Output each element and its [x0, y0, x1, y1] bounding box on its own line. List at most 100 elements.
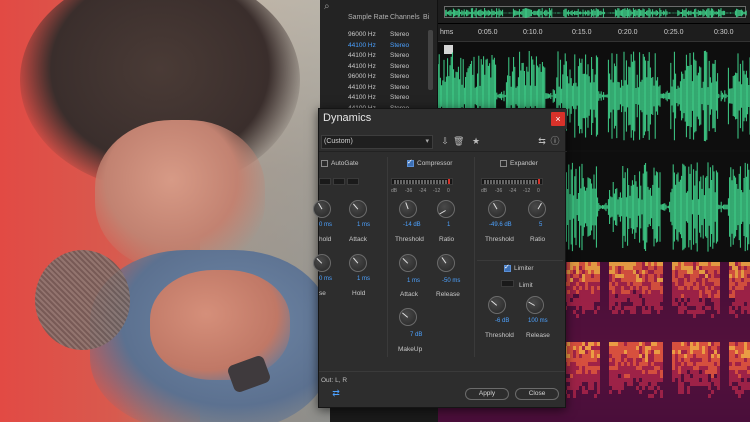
limiter-release-knob[interactable]: [526, 296, 544, 314]
spectrogram-cell: [558, 418, 561, 422]
expander-checkbox[interactable]: [500, 160, 507, 167]
autogate-attack-knob[interactable]: [349, 200, 367, 218]
delete-preset-icon[interactable]: 🗑: [453, 136, 464, 147]
file-channels: Stereo: [390, 62, 410, 70]
spectrogram-cell: [696, 414, 699, 418]
spectrogram-cell: [582, 322, 585, 326]
compressor-makeup-knob[interactable]: [399, 308, 417, 326]
limiter-checkbox[interactable]: [504, 263, 511, 272]
spectrogram-cell: [720, 262, 723, 266]
close-icon[interactable]: ×: [551, 112, 565, 126]
spectrogram-cell: [642, 398, 645, 402]
compressor-checkbox[interactable]: [407, 158, 414, 167]
spectrogram-cell: [606, 382, 609, 386]
spectrogram-cell: [702, 410, 705, 414]
expander-threshold-knob[interactable]: [488, 200, 506, 218]
file-row[interactable]: 96000 Hz Stereo: [320, 73, 430, 83]
spectrogram-cell: [591, 418, 594, 422]
spectrogram-cell: [675, 398, 678, 402]
spectrogram-cell: [690, 386, 693, 390]
spectrogram-cell: [567, 334, 570, 338]
compressor-attack-knob[interactable]: [399, 254, 417, 272]
spectrogram-cell: [699, 354, 702, 358]
spectrogram-cell: [696, 314, 699, 318]
compressor-threshold-knob[interactable]: [399, 200, 417, 218]
preset-dropdown[interactable]: (Custom) ▾: [321, 135, 433, 149]
spectrogram-cell: [702, 274, 705, 278]
file-row[interactable]: 44100 HzStereo: [320, 63, 430, 73]
spectrogram-cell: [657, 406, 660, 410]
close-button[interactable]: Close: [515, 388, 559, 400]
spectrogram-cell: [582, 270, 585, 274]
spectrogram-cell: [696, 338, 699, 342]
file-row[interactable]: 44100 HzStereo: [320, 84, 430, 94]
spectrogram-cell: [570, 406, 573, 410]
spectrogram-cell: [618, 318, 621, 322]
spectrogram-cell: [588, 266, 591, 270]
overview-bar[interactable]: [438, 0, 750, 24]
spectrogram-cell: [678, 394, 681, 398]
spectrogram-cell: [507, 414, 510, 418]
files-scrollbar[interactable]: [428, 30, 433, 90]
spectrogram-cell: [717, 342, 720, 346]
spectrogram-cell: [447, 410, 450, 414]
routing-output-icon[interactable]: ⇄: [331, 388, 341, 399]
spectrogram-cell: [612, 306, 615, 310]
autogate-knob3-value: 0 ms: [319, 276, 333, 282]
info-icon[interactable]: ⓘ: [550, 136, 560, 147]
spectrogram-cell: [570, 374, 573, 378]
search-icon[interactable]: ⌕: [324, 1, 338, 13]
spectrogram-cell: [705, 282, 708, 286]
spectrogram-cell: [597, 270, 600, 274]
routing-icon[interactable]: ⇆: [537, 136, 547, 147]
spectrogram-cell: [591, 414, 594, 418]
spectrogram-cell: [678, 262, 681, 266]
compressor-ratio-knob[interactable]: [437, 200, 455, 218]
limiter-threshold-knob[interactable]: [488, 296, 506, 314]
spectrogram-cell: [627, 418, 630, 422]
spectrogram-cell: [633, 338, 636, 342]
overview-waveform[interactable]: [444, 6, 747, 18]
file-row[interactable]: 44100 HzStereo: [320, 42, 430, 52]
time-ruler[interactable]: hms 0:05.0 0:10.0 0:15.0 0:20.0 0:25.0 0:30.0: [438, 24, 750, 42]
column-header-extra[interactable]: Bi: [423, 14, 429, 28]
spectrogram-cell: [627, 262, 630, 266]
spectrogram-cell: [618, 358, 621, 362]
spectrogram-cell: [579, 302, 582, 306]
column-header-channels[interactable]: Channels: [390, 14, 420, 28]
dialog-titlebar[interactable]: Dynamics ×: [319, 109, 567, 129]
spectrogram-cell: [720, 318, 723, 322]
save-preset-icon[interactable]: ⇩: [440, 136, 450, 147]
apply-button[interactable]: Apply: [465, 388, 509, 400]
spectrogram-cell: [723, 366, 726, 370]
spectrogram-cell: [681, 366, 684, 370]
autogate-release-knob[interactable]: [313, 254, 331, 272]
file-row[interactable]: 96000 Hz Stereo: [320, 31, 430, 41]
spectrogram-cell: [660, 334, 663, 338]
favorite-star-icon[interactable]: ★: [471, 136, 481, 147]
spectrogram-cell: [696, 390, 699, 394]
file-row[interactable]: 44100 HzStereo: [320, 52, 430, 62]
column-header-sample-rate[interactable]: Sample Rate: [348, 14, 388, 28]
spectrogram-cell: [612, 274, 615, 278]
spectrogram-cell: [618, 406, 621, 410]
spectrogram-cell: [696, 374, 699, 378]
spectrogram-cell: [699, 370, 702, 374]
spectrogram-cell: [660, 286, 663, 290]
spectrogram-cell: [720, 342, 723, 346]
compressor-release-knob[interactable]: [437, 254, 455, 272]
expander-ratio-knob[interactable]: [528, 200, 546, 218]
autogate-checkbox[interactable]: [321, 160, 328, 167]
spectrogram-cell: [738, 314, 741, 318]
autogate-hold-knob[interactable]: [349, 254, 367, 272]
spectrogram-cell: [702, 278, 705, 282]
spectrogram-cell: [705, 318, 708, 322]
autogate-threshold-knob[interactable]: [313, 200, 331, 218]
spectrogram-cell: [720, 302, 723, 306]
spectrogram-cell: [624, 362, 627, 366]
spectrogram-cell: [588, 350, 591, 354]
file-row[interactable]: 44100 HzStereo: [320, 94, 430, 104]
spectrogram-cell: [561, 418, 564, 422]
spectrogram-cell: [723, 306, 726, 310]
spectrogram-cell: [738, 418, 741, 422]
